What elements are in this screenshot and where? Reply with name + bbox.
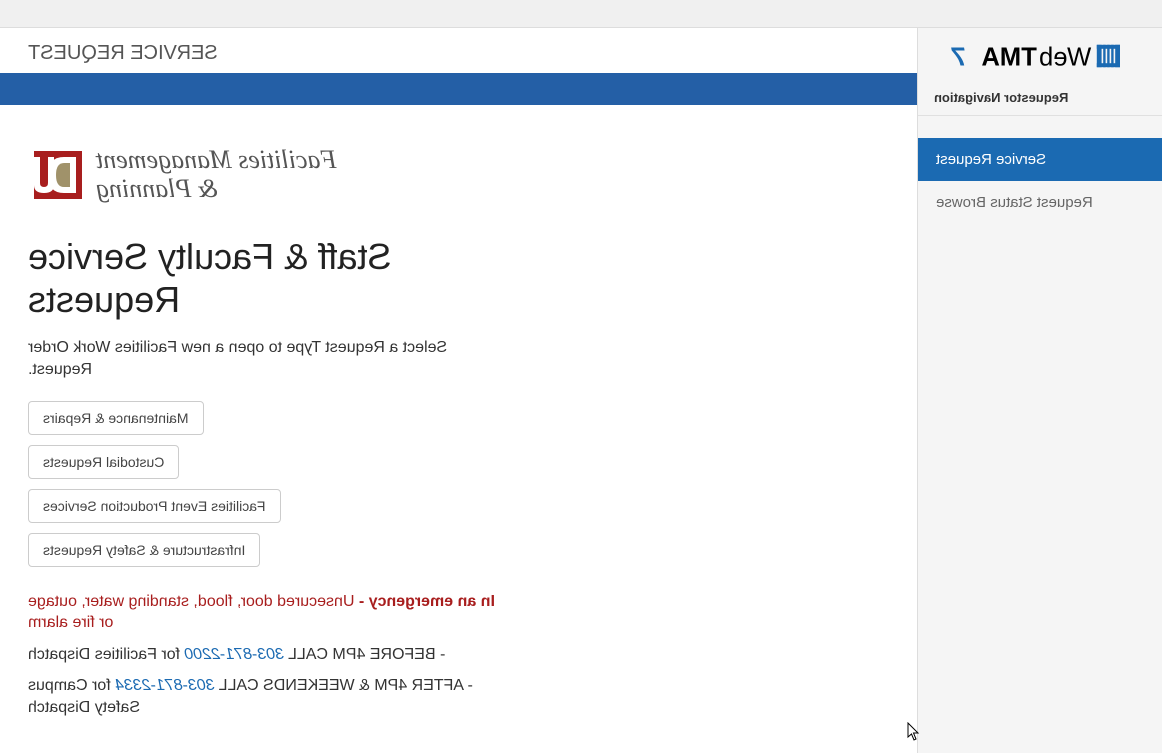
svg-text:TMA: TMA: [981, 44, 1036, 72]
app-logo: Web TMA 7: [918, 28, 1162, 80]
btn-maintenance-repairs[interactable]: Maintenance & Repairs: [28, 401, 204, 435]
contact1-prefix: - BEFORE 4PM CALL: [284, 646, 445, 663]
contact1-phone[interactable]: 303-871-2200: [185, 646, 285, 663]
emergency-detail: Unsecured door, flood, standing water, o…: [28, 593, 354, 632]
blue-bar: [0, 73, 917, 105]
dept-name-line1: Facilities Management: [96, 146, 336, 175]
dept-name-line2: & Planning: [96, 175, 336, 204]
btn-custodial-requests[interactable]: Custodial Requests: [28, 445, 179, 479]
svg-text:Web: Web: [1039, 44, 1091, 72]
webtma-logo-icon: Web TMA 7: [928, 40, 1120, 72]
content-intro: Select a Request Type to open a new Faci…: [28, 337, 508, 380]
top-bar: [0, 0, 1162, 28]
page-title: SERVICE REQUEST: [28, 42, 889, 65]
sidebar-item-service-request[interactable]: Service Request: [918, 138, 1162, 181]
page-title-bar: SERVICE REQUEST: [0, 28, 917, 73]
department-logo: Facilities Management & Planning: [28, 145, 508, 205]
emergency-notice: In an emergency - Unsecured door, flood,…: [28, 591, 508, 634]
contact1-suffix: for Facilities Dispatch: [28, 646, 185, 663]
du-shield-icon: [28, 145, 88, 205]
btn-infrastructure-safety[interactable]: Infrastructure & Safety Requests: [28, 533, 260, 567]
btn-event-production[interactable]: Facilities Event Production Services: [28, 489, 281, 523]
emergency-label: In an emergency -: [354, 593, 495, 610]
sidebar: Web TMA 7 Requestor Navigation Service R…: [917, 28, 1162, 753]
sidebar-header: Requestor Navigation: [918, 80, 1162, 116]
contact-after-4pm: - AFTER 4PM & WEEKENDS CALL 303-871-2334…: [28, 675, 508, 718]
contact2-phone[interactable]: 303-871-2334: [115, 677, 215, 694]
main-area: SERVICE REQUEST Facilities Management & …: [0, 28, 917, 753]
sidebar-item-request-status-browse[interactable]: Request Status Browse: [918, 181, 1162, 224]
content-heading: Staff & Faculty Service Requests: [28, 235, 508, 321]
contact2-prefix: - AFTER 4PM & WEEKENDS CALL: [215, 677, 473, 694]
request-button-group: Maintenance & Repairs Custodial Requests…: [28, 401, 508, 567]
svg-text:7: 7: [950, 44, 966, 72]
contact-before-4pm: - BEFORE 4PM CALL 303-871-2200 for Facil…: [28, 644, 508, 666]
